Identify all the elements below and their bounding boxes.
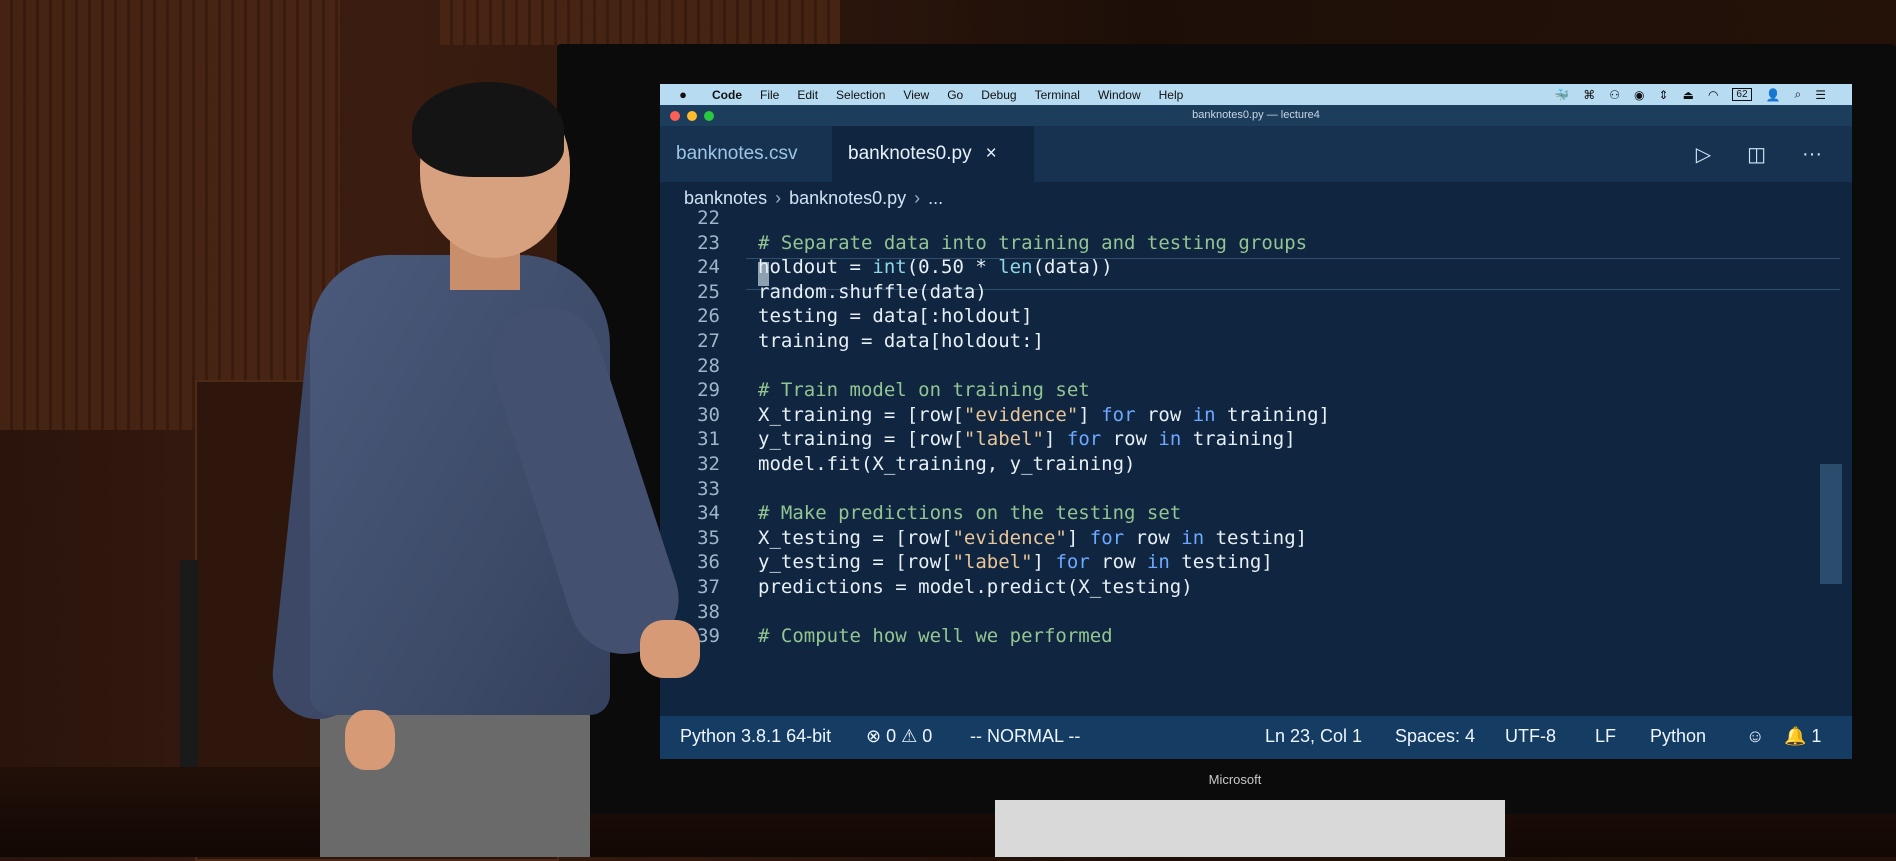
wifi-icon[interactable]: ◠ — [1708, 88, 1718, 102]
code-line[interactable]: 39 # Compute how well we performed — [660, 622, 1820, 650]
wall-panel-center — [440, 0, 840, 45]
monitor-brand-label: Microsoft — [1208, 772, 1262, 787]
menu-selection[interactable]: Selection — [836, 88, 885, 102]
menu-code[interactable]: Code — [712, 88, 742, 102]
indentation[interactable]: Spaces: 4 — [1395, 726, 1475, 747]
code-editor[interactable]: 22 23 # Separate data into training and te… — [660, 207, 1852, 716]
menu-go[interactable]: Go — [947, 88, 963, 102]
menu-help[interactable]: Help — [1159, 88, 1184, 102]
glasses-icon[interactable]: ⚇ — [1609, 88, 1620, 102]
editor-actions: ▷ ◫ ··· — [1696, 126, 1822, 182]
window-titlebar: banknotes0.py — lecture4 — [660, 105, 1852, 126]
python-interpreter[interactable]: Python 3.8.1 64-bit — [680, 726, 831, 747]
search-icon[interactable]: ⌕ — [1795, 87, 1802, 102]
window-title: banknotes0.py — lecture4 — [1192, 109, 1320, 121]
monitor-stand — [995, 800, 1505, 857]
editor-scrollbar[interactable] — [1820, 464, 1842, 584]
more-actions-icon[interactable]: ··· — [1802, 143, 1822, 166]
vim-mode: -- NORMAL -- — [970, 726, 1081, 746]
minimize-window-icon[interactable] — [687, 111, 697, 121]
list-icon[interactable]: ☰ — [1815, 88, 1826, 102]
tab-label: banknotes0.py — [848, 143, 972, 164]
status-menu-icons: 🐳 ⌘ ⚇ ◉ ⇕ ⏏ ◠ 62 👤 ⌕ ☰ — [1554, 84, 1826, 105]
presenter-hair — [412, 82, 564, 177]
presenter-pointing-hand — [640, 620, 700, 678]
user-icon[interactable]: 👤 — [1766, 88, 1781, 102]
split-editor-icon[interactable]: ◫ — [1747, 142, 1766, 167]
run-icon[interactable]: ▷ — [1696, 142, 1711, 167]
docker-icon[interactable]: 🐳 — [1554, 88, 1569, 102]
line-code: # Compute how well we performed — [758, 625, 1113, 648]
close-tab-icon[interactable]: × — [986, 143, 997, 164]
macos-menubar: ● Code File Edit Selection View Go Debug… — [660, 84, 1852, 105]
tab-banknotes-csv[interactable]: banknotes.csv — [660, 126, 856, 182]
eject-icon[interactable]: ⏏ — [1683, 88, 1694, 102]
menu-window[interactable]: Window — [1098, 88, 1141, 102]
battery-icon[interactable]: 62 — [1732, 88, 1752, 101]
menu-terminal[interactable]: Terminal — [1035, 88, 1080, 102]
tab-banknotes0-py[interactable]: banknotes0.py × — [832, 126, 1034, 182]
problems-indicator[interactable]: ⊗ 0 ⚠ 0 — [866, 726, 932, 747]
cursor-position[interactable]: Ln 23, Col 1 — [1265, 726, 1362, 747]
presenter-left-hand — [345, 710, 395, 770]
play-circle-icon[interactable]: ◉ — [1634, 88, 1644, 102]
arrows-icon[interactable]: ⇕ — [1659, 88, 1669, 102]
encoding[interactable]: UTF-8 — [1505, 726, 1556, 747]
traffic-lights — [670, 111, 714, 121]
feedback-icon[interactable]: ☺ — [1746, 726, 1764, 747]
tab-label: banknotes.csv — [676, 143, 798, 164]
close-window-icon[interactable] — [670, 111, 680, 121]
wall-panel-left — [0, 0, 340, 430]
notifications-bell-icon[interactable]: 🔔 1 — [1784, 726, 1821, 747]
editor-tabbar: banknotes.csv banknotes0.py × ▷ ◫ ··· — [660, 126, 1852, 182]
command-icon[interactable]: ⌘ — [1583, 88, 1595, 102]
language-mode[interactable]: Python — [1650, 726, 1706, 747]
menu-file[interactable]: File — [760, 88, 779, 102]
menu-view[interactable]: View — [903, 88, 929, 102]
status-bar: Python 3.8.1 64-bit ⊗ 0 ⚠ 0 -- NORMAL --… — [660, 716, 1852, 759]
zoom-window-icon[interactable] — [704, 111, 714, 121]
vscode-window: ● Code File Edit Selection View Go Debug… — [660, 84, 1852, 759]
menu-edit[interactable]: Edit — [797, 88, 818, 102]
line-endings[interactable]: LF — [1595, 726, 1616, 747]
menu-debug[interactable]: Debug — [981, 88, 1016, 102]
apple-menu-icon[interactable]: ● — [672, 87, 694, 102]
